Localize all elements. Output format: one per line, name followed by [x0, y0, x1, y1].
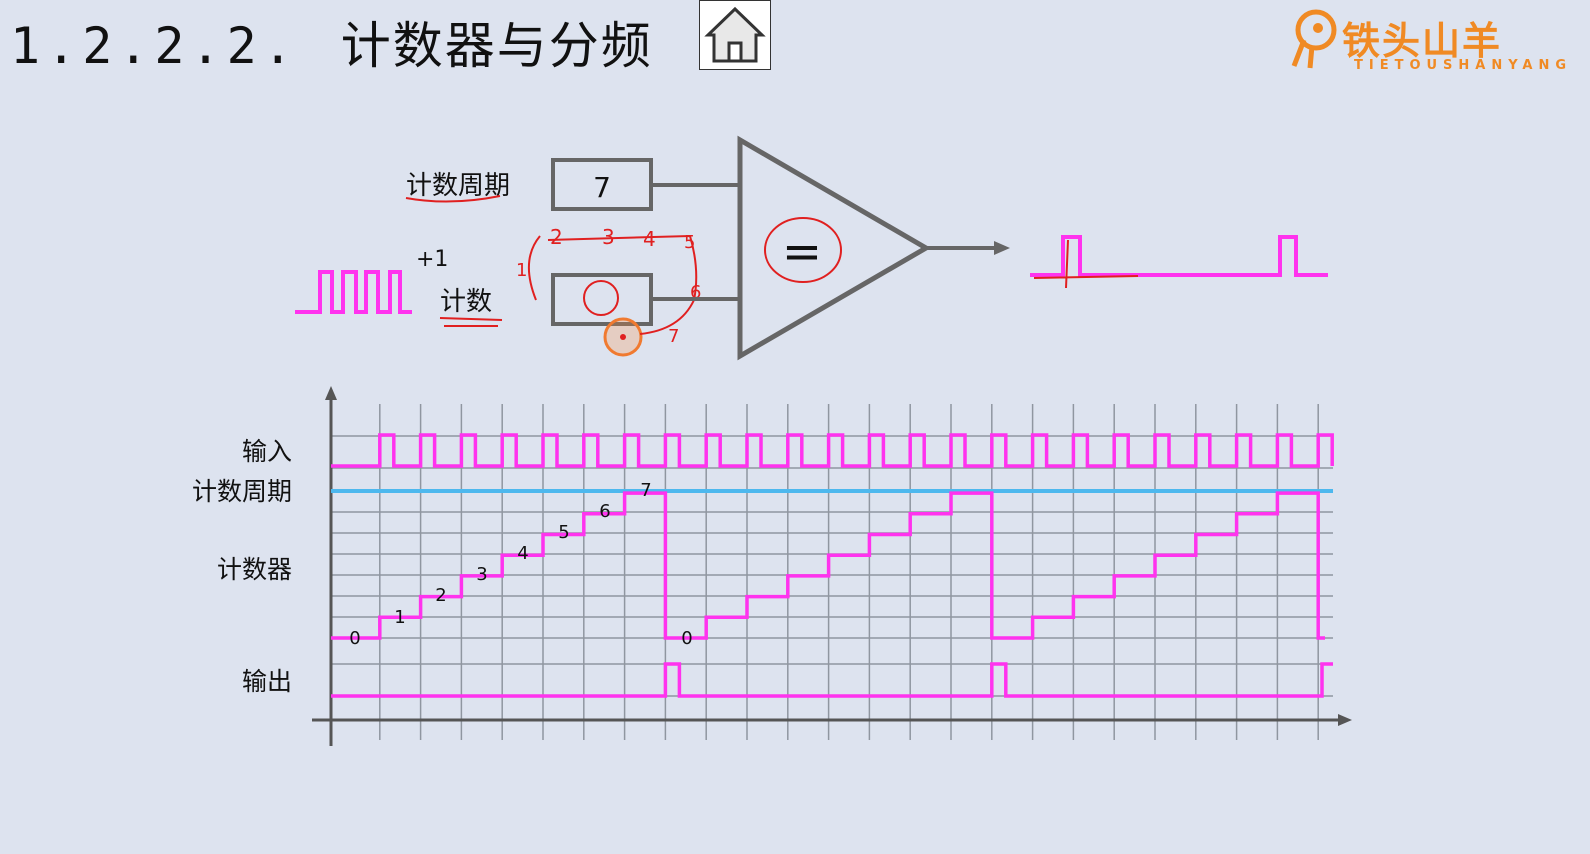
row-label-output: 输出 [242, 667, 292, 696]
counter-value-2: 2 [435, 585, 446, 606]
counter-value-3: 3 [476, 564, 487, 585]
input-waveform [331, 433, 1334, 468]
counter-value-7: 7 [640, 480, 651, 501]
counter-value-0b: 0 [681, 628, 692, 649]
counter-value-0: 0 [349, 628, 360, 649]
row-label-counter: 计数器 [217, 555, 292, 584]
timing-diagram: 输入 计数周期 计数器 输出 0 1 2 3 4 5 6 7 0 [192, 386, 1352, 746]
counter-value-4: 4 [517, 543, 528, 564]
output-waveform [331, 662, 1333, 698]
row-label-period: 计数周期 [192, 477, 292, 506]
row-label-input: 输入 [242, 437, 292, 466]
counter-value-5: 5 [558, 522, 569, 543]
counter-value-1: 1 [394, 607, 405, 628]
counter-value-6: 6 [599, 501, 610, 522]
